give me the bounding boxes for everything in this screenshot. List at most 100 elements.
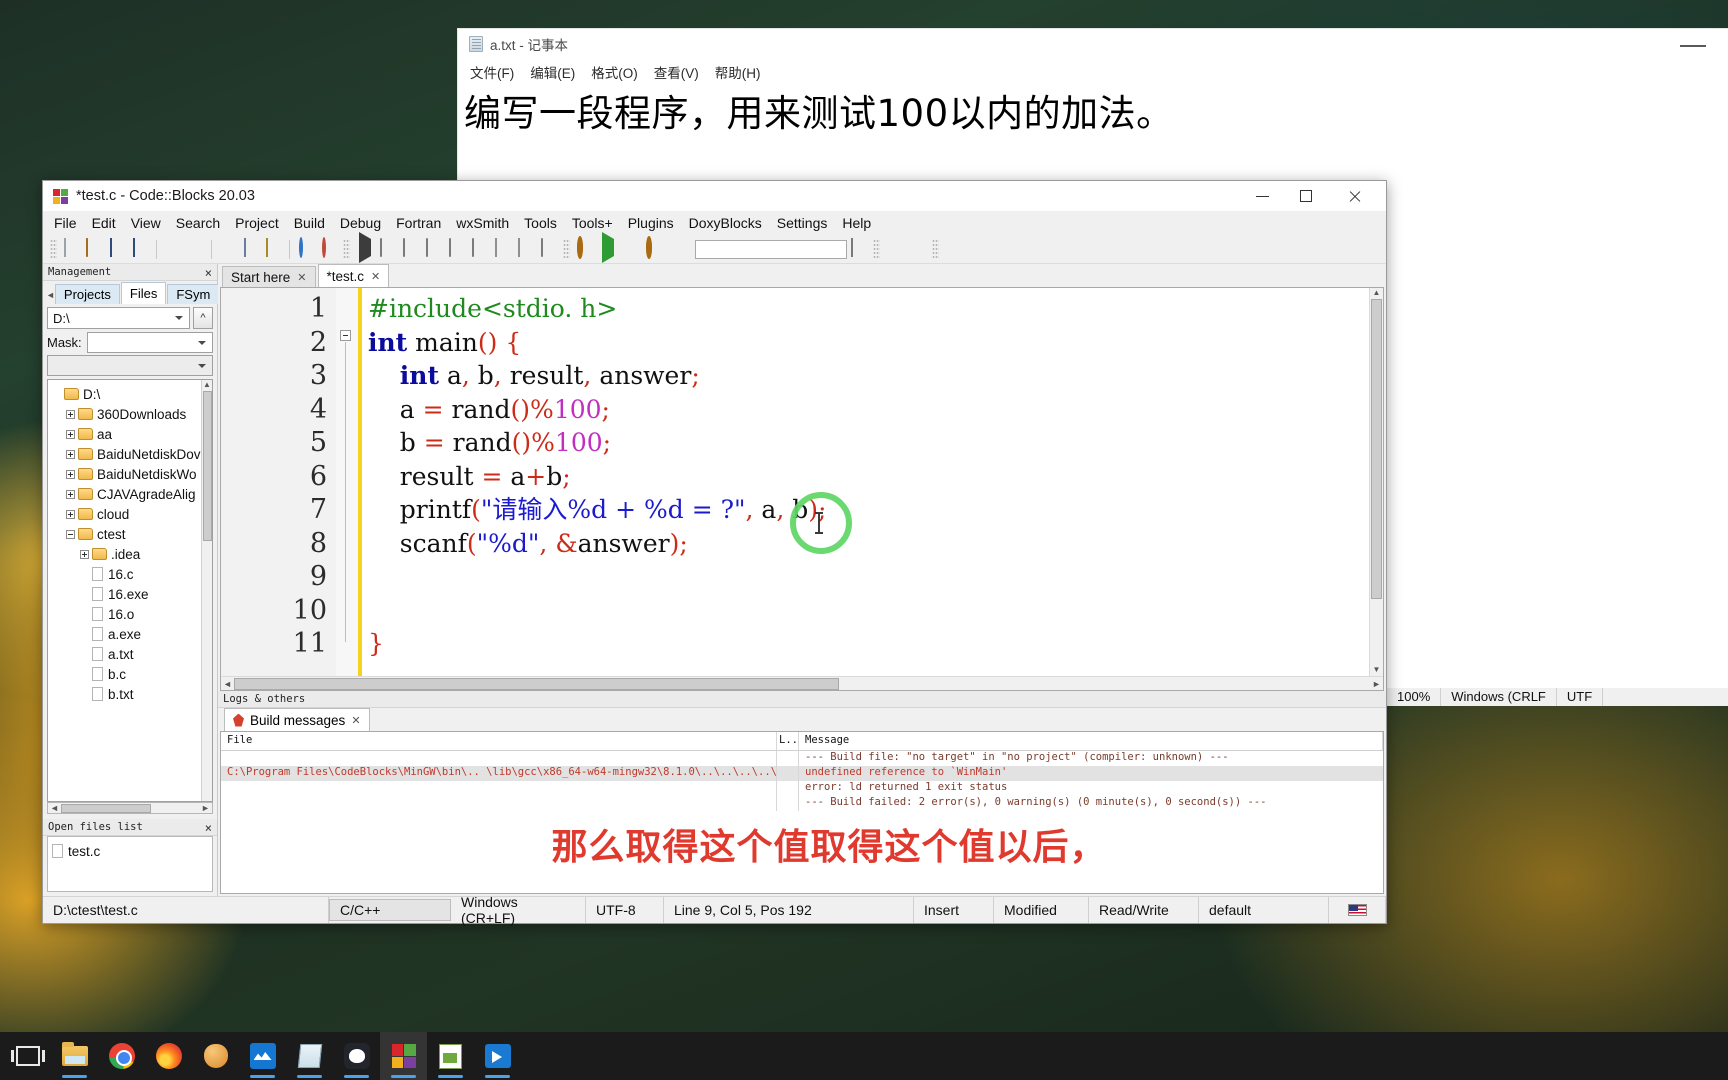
management-tab-strip[interactable]: ◄ Projects Files FSym [43, 281, 220, 304]
directory-select[interactable]: D:\ [47, 307, 190, 329]
codeblocks-icon[interactable] [380, 1032, 427, 1080]
open-files-list[interactable]: test.c [47, 836, 213, 892]
code-text[interactable]: #include<stdio. h> int main() { int a, b,… [362, 288, 1369, 676]
scrollbar-thumb[interactable] [61, 803, 151, 813]
tab-scroll-left-icon[interactable]: ◄ [46, 286, 55, 304]
notepad-menu-help[interactable]: 帮助(H) [715, 62, 761, 82]
column-header-message[interactable]: Message [799, 732, 1383, 750]
open-file-icon[interactable] [84, 237, 105, 260]
scroll-right-icon[interactable]: ► [1370, 679, 1383, 689]
chevron-down-icon[interactable] [198, 363, 206, 368]
tree-folder-item[interactable]: BaiduNetdiskWo [52, 464, 201, 484]
notepad-icon[interactable] [286, 1032, 333, 1080]
editor-area[interactable]: 1 2 3 4 5 6 7 8 9 10 11 #include<stdio. h> int main… [221, 288, 1383, 676]
code-folding-margin[interactable] [336, 288, 358, 676]
undo-icon[interactable] [162, 239, 183, 260]
firefox-icon[interactable] [145, 1032, 192, 1080]
notepad-menu-file[interactable]: 文件(F) [470, 62, 514, 82]
editor-frame[interactable]: 1 2 3 4 5 6 7 8 9 10 11 #include<stdio. h> int main… [220, 287, 1384, 691]
expand-icon[interactable] [66, 489, 75, 499]
acorn-browser-icon[interactable] [192, 1032, 239, 1080]
file-tree-vertical-scrollbar[interactable]: ▲ [201, 380, 212, 801]
open-file-item[interactable]: test.c [52, 841, 208, 861]
find-icon[interactable] [295, 236, 316, 260]
chevron-down-icon[interactable] [198, 340, 206, 345]
codeblocks-toolbar[interactable] [43, 231, 1386, 264]
tab-fsymbols[interactable]: FSym [167, 284, 220, 304]
close-icon[interactable]: ✕ [297, 271, 306, 284]
run-icon[interactable] [597, 231, 618, 263]
tree-file-item[interactable]: b.txt [52, 684, 201, 704]
menu-settings[interactable]: Settings [777, 215, 828, 231]
next-bookmark-icon[interactable] [989, 239, 1010, 260]
menu-build[interactable]: Build [294, 215, 325, 231]
expand-icon[interactable] [66, 509, 75, 519]
build-message-row[interactable]: error: ld returned 1 exit status [221, 781, 1383, 796]
tree-folder-item[interactable]: D:\ [52, 384, 201, 404]
cut-icon[interactable] [217, 239, 238, 260]
menu-debug[interactable]: Debug [340, 215, 381, 231]
nav-forward-icon[interactable] [907, 239, 928, 260]
toolbar-grip[interactable] [343, 239, 350, 259]
close-icon[interactable]: ✕ [371, 270, 380, 283]
file-tree[interactable]: D:\ 360Downloads aa BaiduNetdiskDov BaiduNet… [48, 380, 201, 801]
tree-file-item[interactable]: a.txt [52, 644, 201, 664]
codeblocks-menu-bar[interactable]: File Edit View Search Project Build Debu… [43, 211, 1386, 235]
notepad-menu-edit[interactable]: 编辑(E) [530, 62, 575, 82]
menu-tools-plus[interactable]: Tools+ [572, 215, 613, 231]
code-line[interactable]: scanf("%d", &answer); [368, 527, 1369, 561]
chevron-down-icon[interactable] [175, 316, 183, 320]
expand-icon[interactable] [66, 449, 75, 459]
tab-projects[interactable]: Projects [54, 284, 120, 304]
scroll-left-icon[interactable]: ◄ [221, 679, 234, 689]
notepad-menu-format[interactable]: 格式(O) [591, 62, 638, 82]
minimize-icon[interactable] [1680, 45, 1706, 47]
parent-directory-button[interactable]: ^ [193, 307, 213, 329]
windows-taskbar[interactable] [0, 1032, 1728, 1080]
tree-folder-item[interactable]: ctest [52, 524, 201, 544]
collapse-icon[interactable] [66, 529, 75, 539]
scrollbar-thumb[interactable] [234, 677, 839, 690]
copy-icon[interactable] [240, 237, 261, 260]
codeblocks-window[interactable]: *test.c - Code::Blocks 20.03 File Edit V… [42, 180, 1387, 926]
file-explorer-icon[interactable] [51, 1032, 98, 1080]
close-icon[interactable]: × [205, 266, 212, 280]
expand-icon[interactable] [66, 429, 75, 439]
menu-wxsmith[interactable]: wxSmith [456, 215, 509, 231]
video-player-icon[interactable] [474, 1032, 521, 1080]
code-line[interactable]: result = a+b; [368, 460, 1369, 494]
editor-code-region[interactable]: 1 2 3 4 5 6 7 8 9 10 11 #include<stdio. h> int main… [221, 288, 1369, 676]
build-messages-grid[interactable]: File L.. Message --- Build file: "no tar… [220, 731, 1384, 894]
debug-next-instruction-icon[interactable] [446, 237, 467, 260]
build-messages-rows[interactable]: --- Build file: "no target" in "no proje… [221, 751, 1383, 893]
rebuild-icon[interactable] [643, 235, 664, 260]
chrome-icon[interactable] [98, 1032, 145, 1080]
menu-plugins[interactable]: Plugins [628, 215, 674, 231]
code-line[interactable]: int a, b, result, answer; [368, 359, 1369, 393]
prev-bookmark-icon[interactable] [966, 239, 987, 260]
status-language[interactable]: C/C++ [329, 899, 451, 921]
text-editor-icon[interactable] [427, 1032, 474, 1080]
build-icon[interactable] [574, 235, 595, 260]
notepad-menu-bar[interactable]: 文件(F) 编辑(E) 格式(O) 查看(V) 帮助(H) [458, 59, 1728, 85]
close-button[interactable] [1332, 181, 1376, 211]
tab-build-messages[interactable]: Build messages ✕ [224, 708, 370, 731]
task-view-icon[interactable] [4, 1032, 51, 1080]
close-icon[interactable]: ✕ [351, 714, 360, 727]
code-line[interactable]: #include<stdio. h> [368, 292, 1369, 326]
close-icon[interactable]: × [205, 821, 212, 835]
debug-next-line-icon[interactable] [377, 237, 398, 260]
tab-test-c[interactable]: *test.c ✕ [317, 264, 390, 287]
scroll-right-icon[interactable]: ► [199, 803, 212, 813]
expand-icon[interactable] [80, 549, 89, 559]
toolbar-grip[interactable] [563, 239, 570, 259]
debug-continue-icon[interactable] [354, 231, 375, 263]
expand-icon[interactable] [66, 409, 75, 419]
menu-fortran[interactable]: Fortran [396, 215, 441, 231]
tab-start-here[interactable]: Start here ✕ [222, 266, 316, 287]
management-panel[interactable]: Management × ◄ Projects Files FSym D:\ ^ [43, 264, 220, 896]
tree-folder-item[interactable]: aa [52, 424, 201, 444]
build-and-run-icon[interactable] [620, 239, 641, 260]
tree-file-item[interactable]: b.c [52, 664, 201, 684]
column-header-file[interactable]: File [221, 732, 777, 750]
